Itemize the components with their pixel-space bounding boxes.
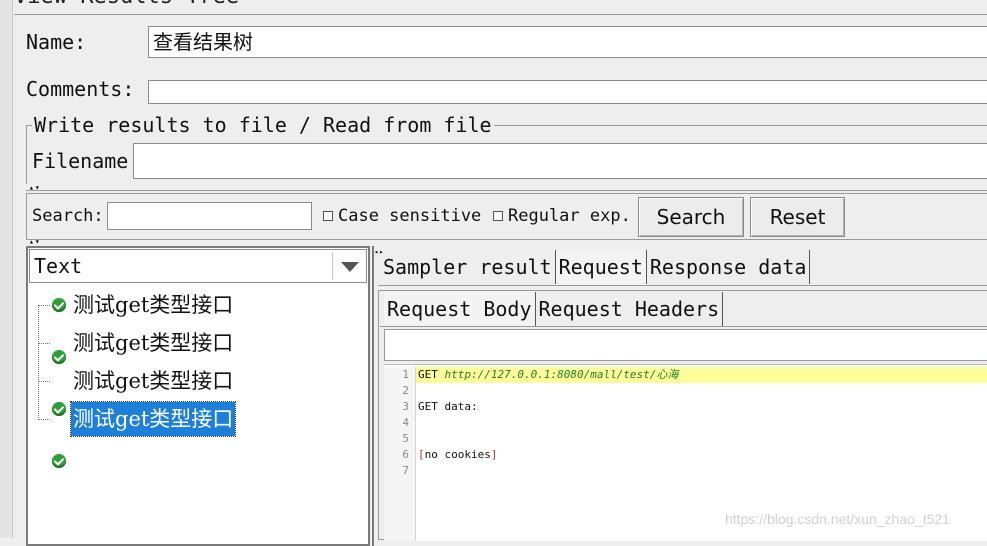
search-label: Search:: [32, 206, 104, 226]
page-title: View Results Tree: [14, 0, 239, 9]
success-shield-icon: [52, 350, 66, 364]
tree-connector-vertical: [38, 305, 39, 420]
regex-label: Regular exp.: [508, 206, 631, 226]
file-group-legend: Write results to file / Read from file: [32, 113, 494, 137]
code-area[interactable]: GET http://127.0.0.1:8080/mall/test/心海 GE…: [416, 367, 987, 479]
sub-tab-underline: [380, 326, 987, 327]
tab-response-data[interactable]: Response data: [647, 250, 811, 284]
reset-button[interactable]: Reset: [750, 197, 845, 237]
name-input[interactable]: 查看结果树: [148, 26, 987, 58]
code-line: [no cookies]: [416, 447, 987, 463]
line-number: 1: [402, 368, 409, 381]
line-number: 4: [402, 416, 409, 429]
sub-tabbar: Request Body Request Headers: [384, 292, 724, 326]
main-tab-underline: [378, 285, 987, 286]
renderer-select[interactable]: Text: [29, 249, 367, 283]
line-number-gutter: 1 2 3 4 5 6 7: [384, 367, 416, 541]
watermark-text: https://blog.csdn.net/xun_zhao_t521: [725, 511, 950, 527]
bracket-open: [: [418, 448, 425, 461]
tree-connector: [38, 343, 50, 344]
subtab-request-headers[interactable]: Request Headers: [536, 292, 724, 326]
search-input[interactable]: [107, 202, 312, 230]
chevron-down-icon[interactable]: [341, 262, 359, 272]
comments-label: Comments:: [26, 77, 135, 101]
tree-connector: [38, 419, 50, 420]
cookies-text: no cookies: [424, 448, 491, 461]
request-url: http://127.0.0.1:8080/mall/test/心海: [444, 368, 679, 381]
http-method: GET: [418, 368, 445, 381]
combo-separator: [332, 252, 333, 280]
tree-connector: [38, 381, 50, 382]
line-number: 2: [402, 384, 409, 397]
tab-request[interactable]: Request: [555, 250, 647, 284]
splitter-handle-bottom[interactable]: ▴▾: [29, 238, 41, 246]
filename-label: Filename: [32, 149, 129, 173]
comments-input[interactable]: [148, 80, 987, 104]
tree-connector: [38, 305, 50, 306]
success-shield-icon: [52, 298, 66, 312]
code-line: GET data:: [416, 399, 987, 415]
case-sensitive-checkbox[interactable]: [323, 211, 333, 221]
tree-item-sample[interactable]: 测试get类型接口: [71, 364, 235, 398]
name-value: 查看结果树: [153, 30, 253, 54]
filename-input[interactable]: [133, 143, 987, 179]
window-edge: [0, 0, 13, 538]
success-shield-icon: [52, 402, 66, 416]
line-number: 3: [402, 400, 409, 413]
bracket-close: ]: [490, 448, 498, 461]
search-button[interactable]: Search: [638, 197, 744, 237]
title-divider: [14, 14, 987, 15]
tree-item-sample[interactable]: 测试get类型接口: [71, 288, 235, 322]
tree-item-sample[interactable]: 测试get类型接口: [69, 401, 237, 437]
regex-checkbox[interactable]: [493, 211, 503, 221]
case-sensitive-label: Case sensitive: [338, 206, 482, 226]
tab-sampler-result[interactable]: Sampler result: [380, 250, 556, 284]
line-number: 6: [402, 448, 409, 461]
main-tabbar: Sampler result Request Response data: [380, 250, 811, 284]
request-body-toolbar: [384, 329, 987, 361]
name-label: Name:: [26, 30, 87, 54]
tree-item-sample[interactable]: 测试get类型接口: [71, 326, 235, 360]
line-number: 5: [402, 432, 409, 445]
code-line: GET http://127.0.0.1:8080/mall/test/心海: [416, 367, 987, 383]
splitter-line-top: [26, 190, 987, 191]
success-shield-icon: [52, 454, 66, 468]
renderer-selected: Text: [34, 254, 83, 278]
code-text: GET data:: [418, 400, 478, 413]
line-number: 7: [402, 464, 409, 477]
subtab-request-body[interactable]: Request Body: [384, 292, 536, 326]
